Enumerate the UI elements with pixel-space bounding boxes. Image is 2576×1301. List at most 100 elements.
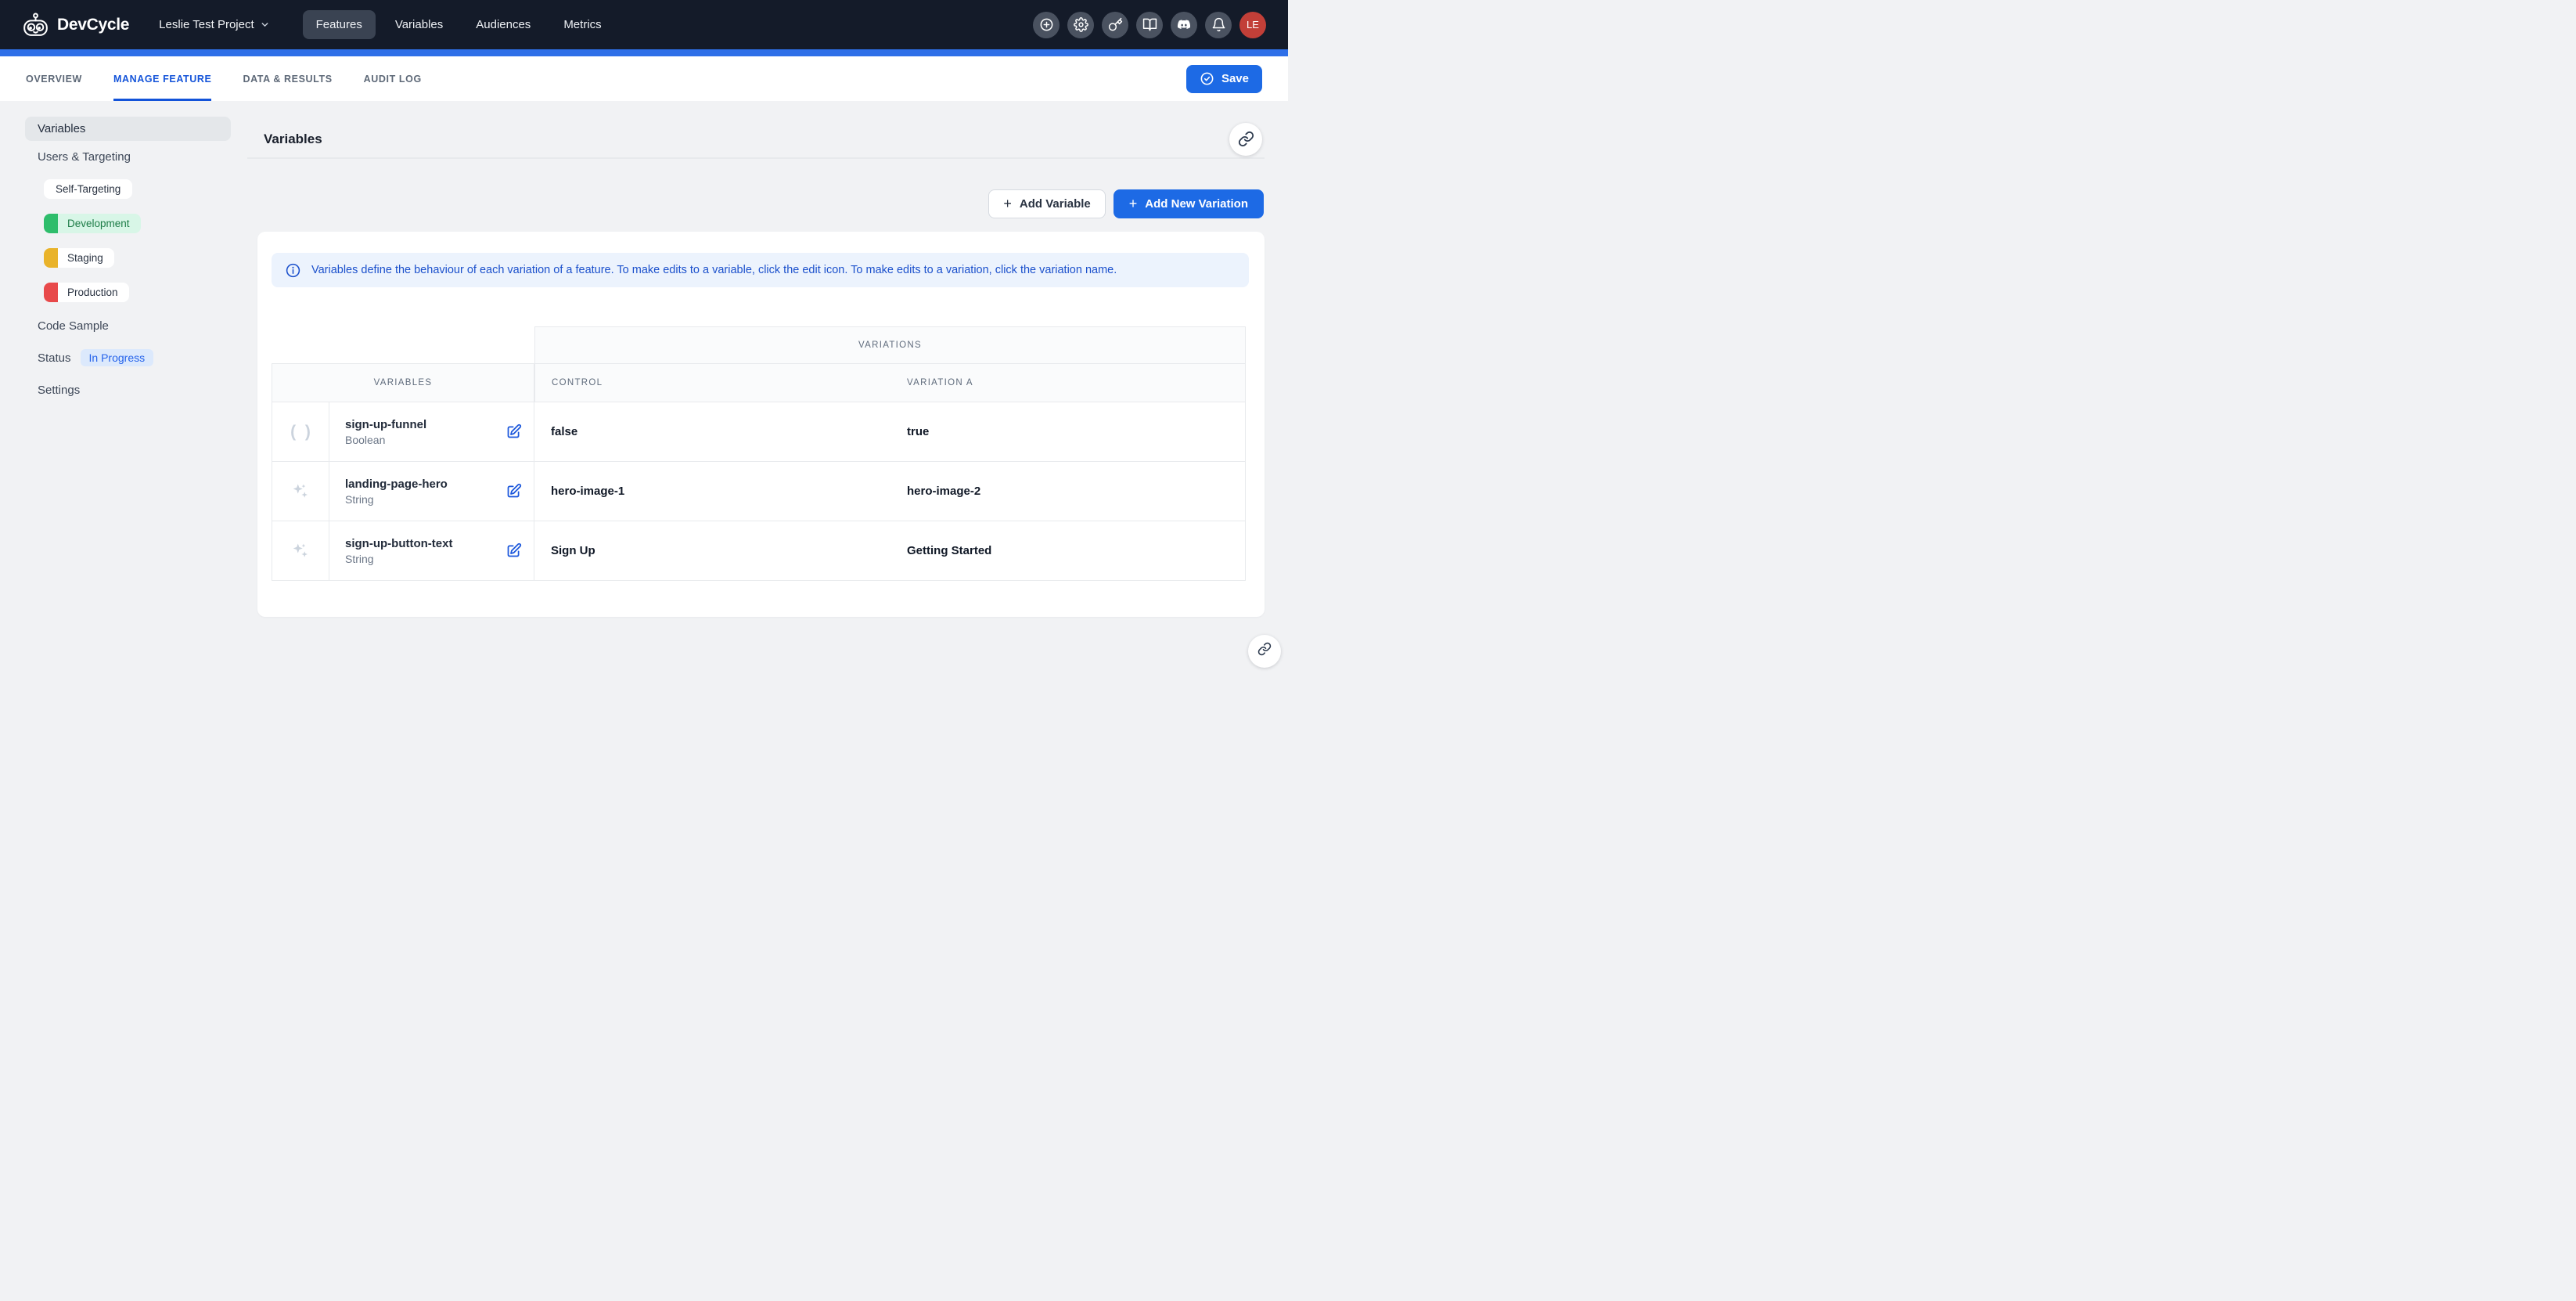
- api-keys-button[interactable]: [1102, 12, 1128, 38]
- variable-type: String: [345, 553, 452, 565]
- tab-audit-log[interactable]: AUDIT LOG: [364, 56, 422, 101]
- info-banner: Variables define the behaviour of each v…: [272, 253, 1249, 287]
- variations-group-header: VARIATIONS: [534, 326, 1246, 363]
- control-value-cell: false: [534, 402, 907, 462]
- env-pill-development[interactable]: Development: [44, 214, 141, 233]
- variable-name: landing-page-hero: [345, 478, 448, 491]
- environment-list: Self-Targeting Development Staging Produ…: [25, 172, 247, 310]
- add-circle-button[interactable]: [1033, 12, 1060, 38]
- sidebar-item-users-targeting[interactable]: Users & Targeting: [25, 141, 247, 172]
- column-header-variables: VARIABLES: [272, 363, 534, 402]
- tab-overview[interactable]: OVERVIEW: [26, 56, 82, 101]
- devcycle-robot-icon: [21, 12, 50, 38]
- variable-name: sign-up-button-text: [345, 537, 452, 550]
- control-value-cell: Sign Up: [534, 521, 907, 581]
- nav-item-metrics[interactable]: Metrics: [550, 10, 614, 39]
- feature-sidebar: Variables Users & Targeting Self-Targeti…: [0, 101, 247, 650]
- project-selector-label: Leslie Test Project: [159, 18, 254, 31]
- info-banner-text: Variables define the behaviour of each v…: [311, 264, 1117, 276]
- notifications-button[interactable]: [1205, 12, 1232, 38]
- variation-a-value-cell: Getting Started: [907, 521, 1246, 581]
- variable-type-cell: [272, 462, 329, 521]
- env-pill-production[interactable]: Production: [44, 283, 129, 302]
- copy-link-button-partial[interactable]: [1248, 635, 1281, 668]
- env-color-chip-development: [44, 214, 58, 233]
- edit-variable-button[interactable]: [504, 422, 523, 441]
- edit-variable-button[interactable]: [504, 481, 523, 501]
- page-title: Variables: [264, 132, 322, 147]
- boolean-parentheses-icon: ( ): [288, 423, 313, 441]
- status-label: Status: [38, 351, 71, 365]
- sidebar-status-row: Status In Progress: [25, 341, 247, 374]
- variable-name: sign-up-funnel: [345, 418, 426, 431]
- brand-wordmark: DevCycle: [57, 16, 129, 34]
- discord-button[interactable]: [1171, 12, 1197, 38]
- chevron-down-icon: [260, 20, 270, 30]
- plus-icon: +: [1129, 196, 1138, 211]
- save-button[interactable]: Save: [1186, 65, 1262, 93]
- variable-name-cell: sign-up-button-text String: [329, 521, 534, 581]
- section-header: Variables: [247, 101, 1265, 157]
- variation-a-value-cell: hero-image-2: [907, 462, 1246, 521]
- primary-nav: Features Variables Audiences Metrics: [303, 10, 615, 39]
- settings-button[interactable]: [1067, 12, 1094, 38]
- env-label: Production: [58, 287, 129, 298]
- string-sparkles-icon: [290, 481, 311, 502]
- nav-item-audiences[interactable]: Audiences: [462, 10, 544, 39]
- tab-manage-feature[interactable]: MANAGE FEATURE: [113, 56, 212, 101]
- table-actions: + Add Variable + Add New Variation: [247, 189, 1264, 218]
- docs-button[interactable]: [1136, 12, 1163, 38]
- add-variable-button[interactable]: + Add Variable: [988, 189, 1105, 218]
- column-header-variation-a[interactable]: VARIATION A: [907, 363, 1246, 402]
- info-icon: [285, 262, 301, 279]
- bell-icon: [1211, 17, 1226, 32]
- sidebar-item-code-sample[interactable]: Code Sample: [25, 310, 247, 341]
- env-label: Staging: [58, 252, 114, 264]
- env-pill-staging[interactable]: Staging: [44, 248, 114, 268]
- nav-item-features[interactable]: Features: [303, 10, 376, 39]
- top-nav-actions: LE: [1033, 12, 1266, 38]
- progress-strip: [0, 49, 1288, 56]
- variable-name-cell: landing-page-hero String: [329, 462, 534, 521]
- tab-data-results[interactable]: DATA & RESULTS: [243, 56, 332, 101]
- sidebar-item-settings[interactable]: Settings: [25, 374, 247, 405]
- sidebar-item-variables[interactable]: Variables: [25, 117, 231, 141]
- variables-table: VARIATIONS VARIABLES CONTROL VARIATION A…: [272, 326, 1246, 581]
- copy-link-button[interactable]: [1229, 123, 1262, 156]
- add-variable-label: Add Variable: [1020, 197, 1091, 211]
- env-color-chip-staging: [44, 248, 58, 268]
- top-nav-bar: DevCycle Leslie Test Project Features Va…: [0, 0, 1288, 49]
- env-label: Development: [58, 218, 141, 229]
- edit-variable-button[interactable]: [504, 541, 523, 560]
- env-color-chip-production: [44, 283, 58, 302]
- control-value-cell: hero-image-1: [534, 462, 907, 521]
- project-selector[interactable]: Leslie Test Project: [159, 18, 269, 31]
- variable-type-cell: [272, 521, 329, 581]
- save-button-wrap: Save: [1186, 56, 1262, 101]
- section-divider: [247, 157, 1265, 159]
- add-new-variation-label: Add New Variation: [1145, 197, 1248, 211]
- string-sparkles-icon: [290, 541, 311, 561]
- user-avatar[interactable]: LE: [1239, 12, 1266, 38]
- variable-name-cell: sign-up-funnel Boolean: [329, 402, 534, 462]
- devcycle-logo[interactable]: DevCycle: [21, 12, 129, 38]
- check-circle-icon: [1200, 71, 1214, 86]
- plus-icon: +: [1003, 196, 1012, 211]
- env-pill-self-targeting[interactable]: Self-Targeting: [44, 179, 132, 199]
- column-header-control[interactable]: CONTROL: [534, 363, 907, 402]
- variable-type: Boolean: [345, 434, 426, 446]
- status-badge[interactable]: In Progress: [81, 349, 154, 366]
- add-new-variation-button[interactable]: + Add New Variation: [1114, 189, 1264, 218]
- feature-tabs-bar: OVERVIEW MANAGE FEATURE DATA & RESULTS A…: [0, 56, 1288, 101]
- nav-item-variables[interactable]: Variables: [382, 10, 456, 39]
- env-label: Self-Targeting: [44, 183, 132, 195]
- content-area: Variables Users & Targeting Self-Targeti…: [0, 101, 1288, 650]
- variable-type-cell: ( ): [272, 402, 329, 462]
- table-header-spacer: [272, 326, 534, 363]
- link-icon: [1238, 131, 1254, 147]
- gear-icon: [1074, 17, 1088, 32]
- main-panel: Variables + Add Variable + Add New Varia…: [247, 101, 1265, 650]
- add-circle-icon: [1039, 17, 1054, 32]
- key-icon: [1108, 17, 1123, 32]
- link-icon: [1257, 642, 1272, 656]
